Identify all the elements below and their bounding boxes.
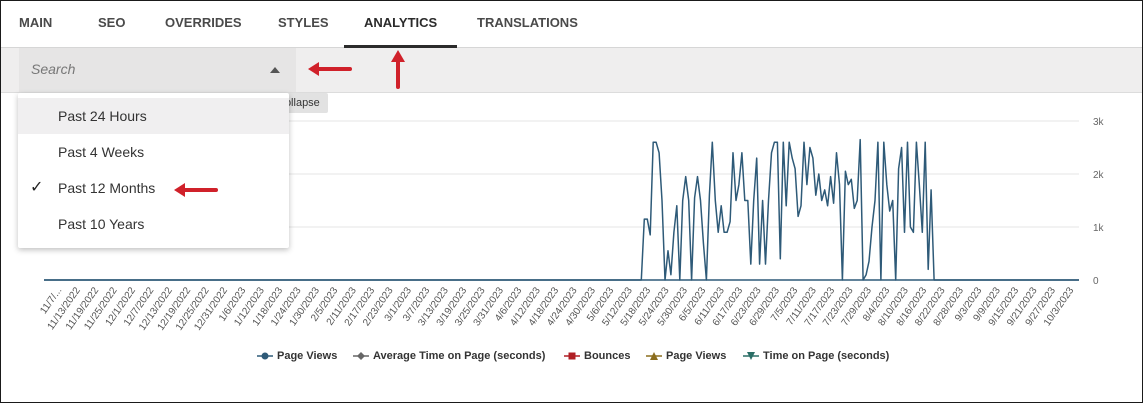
diamond-marker-icon <box>353 352 369 360</box>
tab-seo[interactable]: SEO <box>98 1 125 45</box>
annotation-arrow-up-analytics <box>391 50 405 89</box>
option-label: Past 10 Years <box>58 216 145 232</box>
search-input[interactable]: Search <box>19 48 296 92</box>
legend-label: Page Views <box>277 350 338 362</box>
tab-styles[interactable]: STYLES <box>278 1 329 45</box>
option-label: Past 24 Hours <box>58 108 147 124</box>
option-label: Past 12 Months <box>58 180 156 196</box>
annotation-arrow-left-option <box>174 183 218 197</box>
annotation-arrow-left-search <box>308 62 352 76</box>
tab-analytics[interactable]: ANALYTICS <box>364 1 437 45</box>
tab-overrides[interactable]: OVERRIDES <box>165 1 242 45</box>
circle-marker-icon <box>257 352 273 360</box>
legend-label: Page Views <box>666 350 727 362</box>
option-past-24-hours[interactable]: Past 24 Hours <box>18 98 289 134</box>
triangle-down-marker-icon <box>743 352 759 360</box>
collapse-caret-icon[interactable] <box>270 67 280 73</box>
square-marker-icon <box>564 352 580 360</box>
option-past-12-months[interactable]: ✓ Past 12 Months <box>18 170 289 206</box>
option-past-4-weeks[interactable]: Past 4 Weeks <box>18 134 289 170</box>
tab-main[interactable]: MAIN <box>19 1 52 45</box>
check-icon: ✓ <box>30 179 44 196</box>
tab-translations[interactable]: TRANSLATIONS <box>477 1 578 45</box>
tab-bar: MAIN SEO OVERRIDES STYLES ANALYTICS TRAN… <box>1 1 1142 48</box>
option-past-10-years[interactable]: Past 10 Years <box>18 206 289 242</box>
legend-label: Time on Page (seconds) <box>763 350 890 362</box>
search-placeholder: Search <box>31 61 76 77</box>
legend-label: Bounces <box>584 350 631 362</box>
chart-legend: Page Views Average Time on Page (seconds… <box>0 346 1143 368</box>
legend-label: Average Time on Page (seconds) <box>373 350 546 362</box>
triangle-up-marker-icon <box>646 352 662 360</box>
option-label: Past 4 Weeks <box>58 144 145 160</box>
search-bar: Search <box>1 48 1142 93</box>
date-range-dropdown: Past 24 Hours Past 4 Weeks ✓ Past 12 Mon… <box>18 93 289 248</box>
